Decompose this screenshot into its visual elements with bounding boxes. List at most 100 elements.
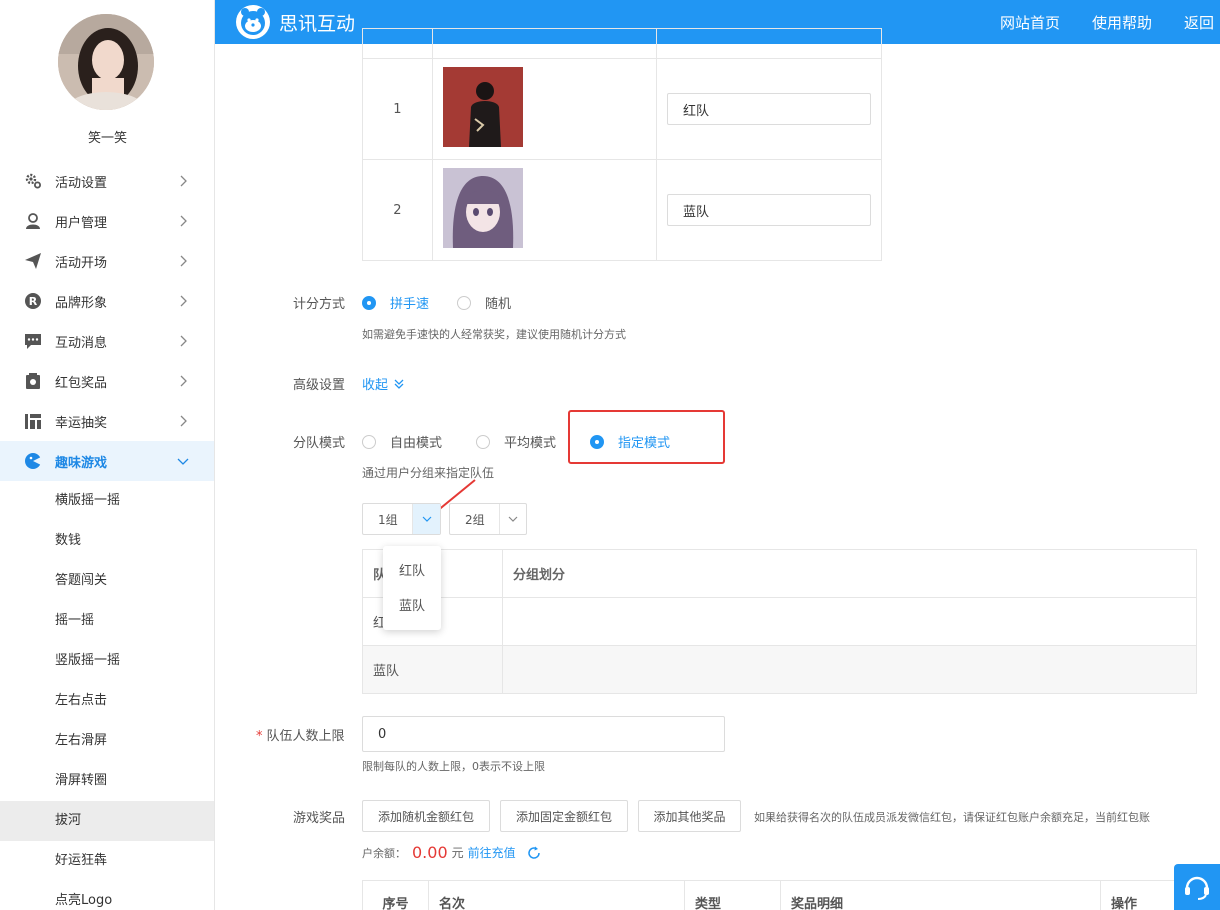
team-mode-free[interactable]: 自由模式 <box>362 432 442 451</box>
submenu-item-count-money[interactable]: 数钱 <box>0 521 214 561</box>
sidebar-item-interactive-messages[interactable]: 互动消息 <box>0 321 214 361</box>
column-header: 奖品明细 <box>780 880 1101 910</box>
gear-icon <box>24 172 42 190</box>
group-select-1[interactable]: 1组 <box>362 503 441 535</box>
refresh-icon[interactable] <box>526 845 542 861</box>
table-row: 蓝队 <box>362 645 1197 694</box>
sidebar-item-brand-image[interactable]: R 品牌形象 <box>0 281 214 321</box>
team-limit-label: * 队伍人数上限 <box>256 729 345 744</box>
team-table: 1 红队 2 蓝队 <box>362 28 882 261</box>
submenu-item-quiz[interactable]: 答题闯关 <box>0 561 214 601</box>
add-other-prize-button[interactable]: 添加其他奖品 <box>638 800 741 832</box>
submenu-item-swipe-circle[interactable]: 滑屏转圈 <box>0 761 214 801</box>
submenu-item-left-right-click[interactable]: 左右点击 <box>0 681 214 721</box>
team-index: 1 <box>362 58 433 160</box>
team-index: 2 <box>362 159 433 261</box>
group-cell[interactable] <box>502 597 1197 646</box>
sidebar-item-label: 红包奖品 <box>55 375 108 391</box>
sidebar-item-label: 品牌形象 <box>55 295 108 311</box>
column-header: 序号 <box>362 880 429 910</box>
chevron-right-icon <box>180 375 187 387</box>
add-fixed-red-packet-button[interactable]: 添加固定金额红包 <box>500 800 628 832</box>
submenu-item-good-luck[interactable]: 好运狂犇 <box>0 841 214 881</box>
submenu-item-light-logo[interactable]: 点亮Logo <box>0 881 214 910</box>
customer-service-button[interactable] <box>1174 864 1220 910</box>
sidebar-item-red-packet-prizes[interactable]: 红包奖品 <box>0 361 214 401</box>
scoring-option-speed[interactable]: 拼手速 <box>362 293 429 312</box>
nav-back-link[interactable]: 返回 <box>1184 12 1214 33</box>
submenu-item-vertical-shake[interactable]: 竖版摇一摇 <box>0 641 214 681</box>
sidebar-item-label: 用户管理 <box>55 215 108 231</box>
submenu-item-shake[interactable]: 摇一摇 <box>0 601 214 641</box>
sidebar-item-activity-settings[interactable]: 活动设置 <box>0 161 214 201</box>
radio-checked-icon <box>362 295 376 310</box>
sidebar-item-activity-opening[interactable]: 活动开场 <box>0 241 214 281</box>
avatar[interactable] <box>58 14 154 110</box>
sidebar-menu: 活动设置 用户管理 活动开场 R 品牌形象 互动消息 红包奖品 幸运抽奖 趣味游… <box>0 161 214 910</box>
balance-notice: 如果给获得名次的队伍成员派发微信红包，请保证红包账户余额充足，当前红包账 <box>754 811 1150 824</box>
headset-icon <box>1185 876 1209 900</box>
balance-row: 户余额： 0.00 元 前往充值 <box>362 843 542 862</box>
dropdown-option-blue[interactable]: 蓝队 <box>383 589 441 624</box>
submenu-item-left-right-swipe[interactable]: 左右滑屏 <box>0 721 214 761</box>
sidebar-item-fun-games[interactable]: 趣味游戏 <box>0 441 214 481</box>
advanced-label: 高级设置 <box>293 378 346 393</box>
nav-help-link[interactable]: 使用帮助 <box>1092 12 1152 33</box>
add-random-red-packet-button[interactable]: 添加随机金额红包 <box>362 800 490 832</box>
sidebar-item-label: 活动设置 <box>55 175 108 191</box>
chevron-down-icon <box>177 458 189 465</box>
group-table: 队 分组划分 红 蓝队 <box>362 549 1197 694</box>
paper-plane-icon <box>24 252 42 270</box>
team-image[interactable] <box>442 67 523 147</box>
lottery-icon <box>24 412 42 430</box>
game-icon <box>24 452 42 470</box>
collapse-toggle[interactable]: 收起 <box>362 374 406 393</box>
required-mark: * <box>256 729 263 744</box>
balance-amount: 0.00 <box>412 843 448 862</box>
registered-icon: R <box>24 292 42 310</box>
chevron-right-icon <box>180 175 187 187</box>
table-header-row: 序号 名次 类型 奖品明细 操作 <box>362 880 1220 910</box>
team-name-input[interactable]: 蓝队 <box>667 194 872 226</box>
radio-unchecked-icon <box>362 434 376 449</box>
double-chevron-down-icon <box>394 379 404 389</box>
submenu-item-horizontal-shake[interactable]: 横版摇一摇 <box>0 481 214 521</box>
user-icon <box>24 212 42 230</box>
chat-icon <box>24 332 42 350</box>
chevron-right-icon <box>180 335 187 347</box>
chevron-right-icon <box>180 255 187 267</box>
sidebar-item-label: 互动消息 <box>55 335 108 351</box>
team-name-input[interactable]: 红队 <box>667 93 872 125</box>
column-header: 类型 <box>684 880 781 910</box>
recharge-link[interactable]: 前往充值 <box>468 844 516 861</box>
group-select-2[interactable]: 2组 <box>449 503 527 535</box>
team-limit-input[interactable]: 0 <box>362 716 725 752</box>
sidebar-item-user-management[interactable]: 用户管理 <box>0 201 214 241</box>
group-cell[interactable] <box>502 645 1197 694</box>
main-content: 1 红队 2 蓝队 计分方式 拼手速 随机 如需避免手速快的人经常获奖，建议使用… <box>231 28 1220 910</box>
scoring-label: 计分方式 <box>293 297 346 312</box>
table-row <box>362 28 882 59</box>
prizes-label: 游戏奖品 <box>293 811 346 826</box>
nav-home-link[interactable]: 网站首页 <box>1000 12 1060 33</box>
chevron-right-icon <box>180 215 187 227</box>
sidebar-item-label: 活动开场 <box>55 255 108 271</box>
team-image[interactable] <box>442 168 523 248</box>
column-header: 分组划分 <box>502 549 1197 598</box>
logo-icon <box>236 5 270 39</box>
svg-text:R: R <box>29 295 38 308</box>
username: 笑一笑 <box>87 131 127 146</box>
column-header: 名次 <box>428 880 685 910</box>
table-row: 2 蓝队 <box>362 159 882 261</box>
scoring-hint: 如需避免手速快的人经常获奖，建议使用随机计分方式 <box>362 328 626 341</box>
sidebar-item-label: 趣味游戏 <box>55 455 108 471</box>
dropdown-option-red[interactable]: 红队 <box>383 554 441 589</box>
chevron-down-icon <box>412 504 440 534</box>
app-root: 笑一笑 活动设置 用户管理 活动开场 R 品牌形象 互动消息 红包奖品 幸运抽奖… <box>0 0 1220 910</box>
scoring-option-random[interactable]: 随机 <box>457 293 511 312</box>
sidebar-item-lucky-draw[interactable]: 幸运抽奖 <box>0 401 214 441</box>
team-mode-average[interactable]: 平均模式 <box>476 432 556 451</box>
sidebar-item-label: 幸运抽奖 <box>55 415 108 431</box>
radio-unchecked-icon <box>457 295 471 310</box>
submenu-item-tug-of-war[interactable]: 拔河 <box>0 801 214 841</box>
